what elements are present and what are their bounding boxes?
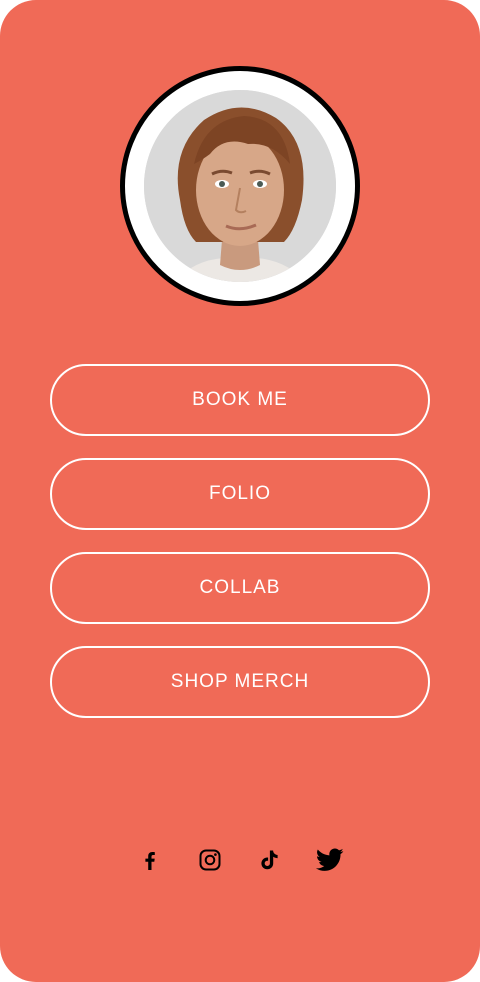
book-me-button[interactable]: BOOK ME xyxy=(50,364,430,436)
folio-button[interactable]: FOLIO xyxy=(50,458,430,530)
avatar xyxy=(144,90,336,282)
twitter-link[interactable] xyxy=(316,846,344,874)
tiktok-link[interactable] xyxy=(256,846,284,874)
twitter-icon xyxy=(316,848,344,871)
tiktok-icon xyxy=(261,850,278,870)
avatar-frame xyxy=(120,66,360,306)
instagram-icon xyxy=(199,849,221,871)
facebook-link[interactable] xyxy=(136,846,164,874)
instagram-link[interactable] xyxy=(196,846,224,874)
link-list: BOOK ME FOLIO COLLAB SHOP MERCH xyxy=(50,364,430,740)
profile-photo xyxy=(144,90,336,282)
facebook-icon xyxy=(145,852,155,870)
social-links xyxy=(0,846,480,874)
collab-button[interactable]: COLLAB xyxy=(50,552,430,624)
profile-card: BOOK ME FOLIO COLLAB SHOP MERCH xyxy=(0,0,480,982)
shop-merch-button[interactable]: SHOP MERCH xyxy=(50,646,430,718)
